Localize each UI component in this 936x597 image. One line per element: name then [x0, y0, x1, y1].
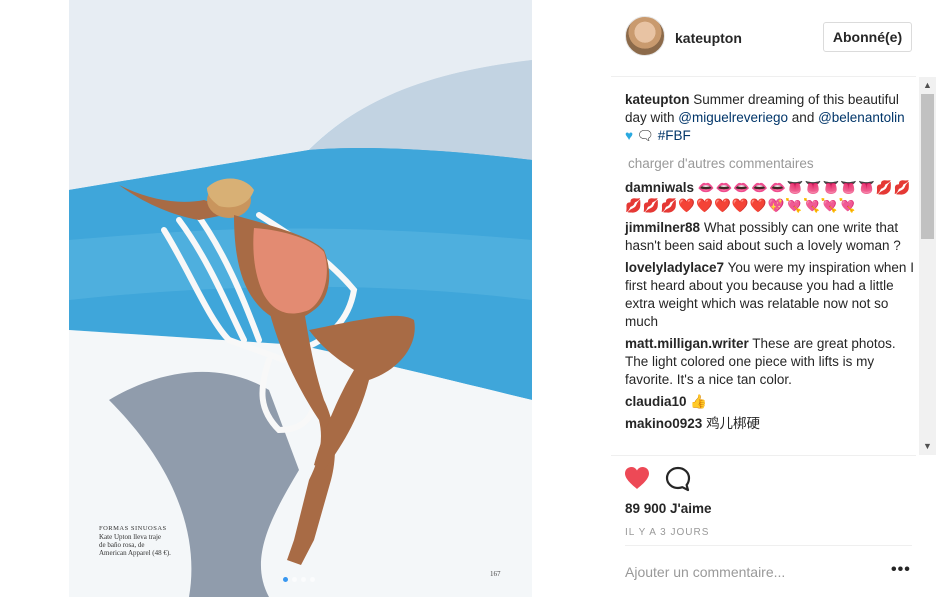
- scroll-up-arrow-icon[interactable]: ▲: [919, 77, 936, 94]
- speech-bubble-icon: [665, 466, 691, 492]
- page-number: 167: [490, 570, 501, 578]
- comment: lovelyladylace7 You were my inspiration …: [625, 259, 916, 331]
- username-link[interactable]: kateupton: [675, 30, 742, 46]
- comment-username[interactable]: makino0923: [625, 416, 702, 431]
- comment-username[interactable]: lovelyladylace7: [625, 260, 724, 275]
- post-actions: 89 900 J'aime IL Y A 3 JOURS •••: [611, 455, 916, 595]
- blue-heart-icon: ♥: [625, 128, 634, 143]
- comments-list[interactable]: kateupton Summer dreaming of this beauti…: [611, 77, 933, 455]
- carousel-dot: [310, 577, 315, 582]
- speech-balloon-icon: 🗨: [636, 128, 654, 143]
- like-button[interactable]: [624, 466, 650, 490]
- comment-username[interactable]: damniwals: [625, 180, 694, 195]
- comment: damniwals 👄👄👄👄👄👅👅👅👅👅💋💋💋💋💋❤️❤️❤️❤️❤️💖💘💘💘💘: [625, 179, 916, 215]
- post-timestamp: IL Y A 3 JOURS: [625, 527, 710, 538]
- thumbs-up-icon: 👍: [690, 394, 708, 409]
- mention-link[interactable]: @miguelreveriego: [678, 110, 788, 125]
- carousel-dot: [292, 577, 297, 582]
- follow-button[interactable]: Abonné(e): [823, 22, 912, 52]
- comment: makino0923 鸡儿梆硬: [625, 415, 916, 433]
- carousel-dots: [283, 577, 315, 582]
- mention-link[interactable]: @belenantolin: [818, 110, 905, 125]
- comment: jimmilner88 What possibly can one write …: [625, 219, 916, 255]
- photo-caption-line: Kate Upton lleva traje: [99, 533, 162, 541]
- comment-username[interactable]: kateupton: [625, 92, 690, 107]
- photo-caption-line: American Apparel (48 €).: [99, 549, 171, 557]
- heart-icon: [625, 467, 649, 489]
- likes-count[interactable]: 89 900 J'aime: [625, 501, 712, 516]
- add-comment-section: •••: [625, 545, 912, 595]
- carousel-dot: [283, 577, 288, 582]
- comment-text: 鸡儿梆硬: [706, 416, 761, 431]
- load-more-comments[interactable]: charger d'autres commentaires: [628, 155, 916, 173]
- scroll-thumb[interactable]: [921, 94, 934, 239]
- ellipsis-icon[interactable]: •••: [891, 562, 911, 578]
- caption-text: and: [788, 110, 819, 125]
- comment-username[interactable]: matt.milligan.writer: [625, 336, 749, 351]
- caption-comment: kateupton Summer dreaming of this beauti…: [625, 91, 916, 145]
- comment-username[interactable]: jimmilner88: [625, 220, 700, 235]
- add-comment-input[interactable]: [625, 564, 865, 580]
- post-photo[interactable]: [69, 0, 532, 597]
- comment-username[interactable]: claudia10: [625, 394, 687, 409]
- carousel-dot: [301, 577, 306, 582]
- post-media[interactable]: FORMAS SINUOSAS Kate Upton lleva traje d…: [0, 0, 600, 597]
- hashtag-link[interactable]: #FBF: [658, 128, 691, 143]
- comment: matt.milligan.writer These are great pho…: [625, 335, 916, 389]
- photo-caption-line: de baño rosa, de: [99, 541, 145, 549]
- comment: claudia10 👍: [625, 393, 916, 411]
- photo-caption: FORMAS SINUOSAS Kate Upton lleva traje d…: [99, 525, 171, 557]
- photo-illustration: [69, 0, 532, 597]
- comment-button[interactable]: [665, 466, 691, 492]
- avatar[interactable]: [625, 16, 665, 56]
- photo-caption-title: FORMAS SINUOSAS: [99, 525, 167, 532]
- post-header: kateupton Abonné(e): [611, 0, 916, 77]
- scroll-down-arrow-icon[interactable]: ▼: [919, 438, 936, 455]
- comments-scrollbar[interactable]: ▲ ▼: [919, 77, 936, 455]
